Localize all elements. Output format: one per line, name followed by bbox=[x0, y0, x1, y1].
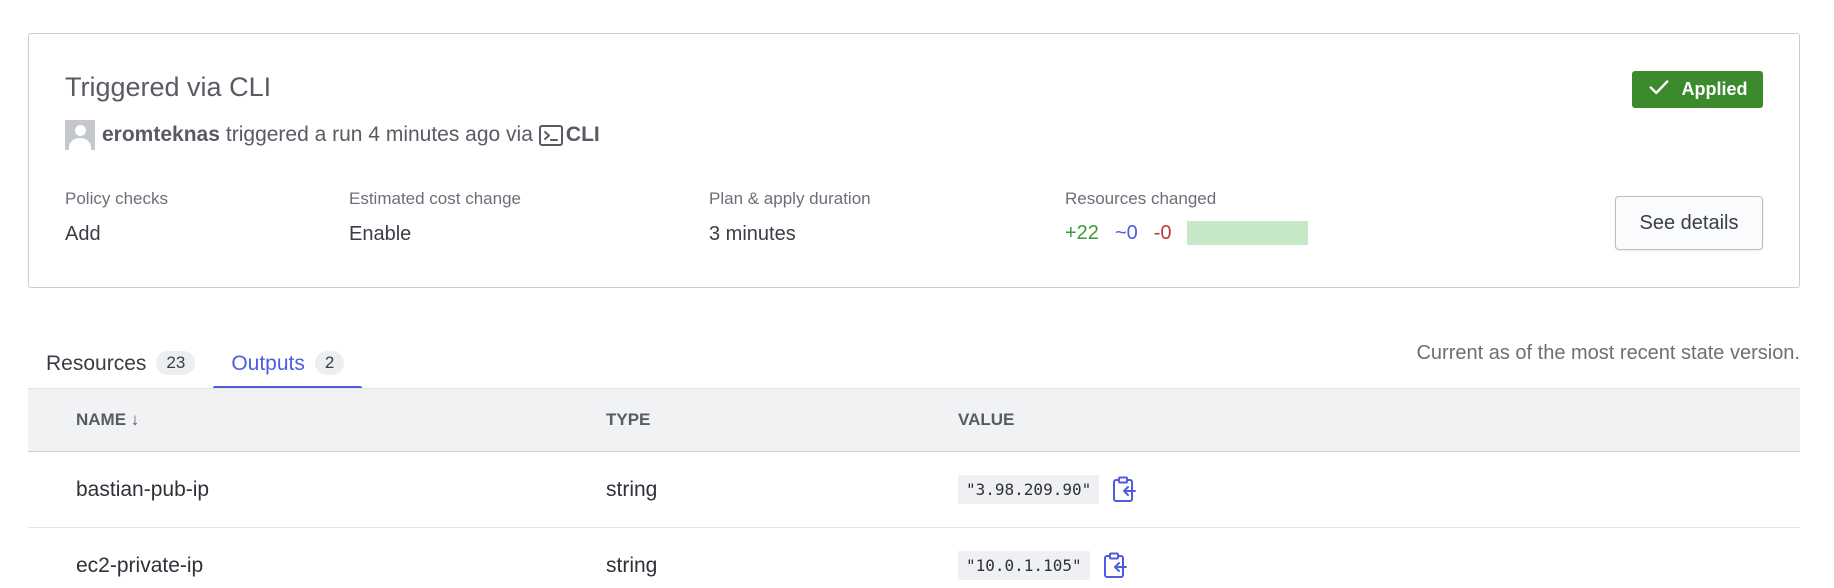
tab-count: 23 bbox=[156, 351, 196, 375]
stat-policy-checks: Policy checks Add bbox=[65, 189, 168, 246]
outputs-table: NAME ↓ TYPE VALUE bastian-pub-ip string … bbox=[28, 388, 1800, 588]
stat-value: 3 minutes bbox=[709, 223, 796, 245]
output-type: string bbox=[606, 477, 658, 501]
output-name: bastian-pub-ip bbox=[76, 477, 210, 501]
table-row: ec2-private-ip string "10.0.1.105" bbox=[28, 528, 1800, 588]
run-title: Triggered via CLI bbox=[65, 72, 272, 102]
copy-to-clipboard-icon[interactable] bbox=[1111, 476, 1137, 504]
stat-estimated-cost: Estimated cost change Enable bbox=[349, 189, 521, 246]
resources-destroyed: -0 bbox=[1153, 221, 1172, 244]
see-details-button[interactable]: See details bbox=[1615, 196, 1763, 250]
avatar bbox=[65, 120, 95, 150]
tab-outputs[interactable]: Outputs 2 bbox=[213, 342, 363, 390]
resources-changed: ~0 bbox=[1114, 221, 1138, 244]
tab-bar: Resources 23 Outputs 2 bbox=[28, 342, 363, 390]
table-row: bastian-pub-ip string "3.98.209.90" bbox=[28, 452, 1800, 528]
status-badge: Applied bbox=[1632, 71, 1763, 108]
stat-value[interactable]: Enable bbox=[349, 223, 521, 246]
output-value: "10.0.1.105" bbox=[958, 551, 1128, 580]
column-header-type: TYPE bbox=[606, 410, 651, 429]
copy-to-clipboard-icon[interactable] bbox=[1102, 552, 1128, 580]
stat-label: Plan & apply duration bbox=[709, 189, 871, 208]
status-label: Applied bbox=[1681, 79, 1748, 99]
tab-label: Outputs bbox=[231, 352, 305, 375]
output-value-code: "10.0.1.105" bbox=[958, 551, 1090, 580]
column-header-name[interactable]: NAME ↓ bbox=[76, 410, 139, 430]
output-value: "3.98.209.90" bbox=[958, 475, 1137, 504]
stat-label: Policy checks bbox=[65, 189, 168, 208]
resource-change-bar bbox=[1186, 221, 1308, 245]
stat-label: Resources changed bbox=[1065, 189, 1217, 208]
stat-duration: Plan & apply duration 3 minutes bbox=[709, 189, 871, 246]
tab-label: Resources bbox=[46, 352, 147, 375]
check-icon bbox=[1648, 76, 1670, 103]
output-value-code: "3.98.209.90" bbox=[958, 475, 1100, 504]
run-user[interactable]: eromteknas bbox=[102, 123, 220, 147]
resources-added: +22 bbox=[1065, 221, 1099, 244]
tab-count: 2 bbox=[314, 351, 345, 375]
run-summary-card: Triggered via CLI Applied eromteknas tri… bbox=[28, 33, 1800, 288]
output-name: ec2-private-ip bbox=[76, 553, 204, 577]
run-action-text: triggered a run 4 minutes ago via bbox=[225, 123, 533, 146]
column-header-value: VALUE bbox=[958, 410, 1015, 429]
stat-label: Estimated cost change bbox=[349, 189, 521, 208]
table-header: NAME ↓ TYPE VALUE bbox=[28, 388, 1800, 452]
run-via: CLI bbox=[565, 123, 600, 146]
tab-resources[interactable]: Resources 23 bbox=[28, 342, 213, 390]
terminal-icon bbox=[538, 124, 563, 146]
stat-resources-changed: Resources changed +22 ~0 -0 bbox=[1065, 189, 1308, 245]
stat-value[interactable]: Add bbox=[65, 223, 168, 246]
resource-changes: +22 ~0 -0 bbox=[1065, 221, 1308, 245]
state-note: Current as of the most recent state vers… bbox=[1416, 342, 1800, 364]
run-meta: eromteknas triggered a run 4 minutes ago… bbox=[65, 120, 600, 150]
output-type: string bbox=[606, 553, 658, 577]
